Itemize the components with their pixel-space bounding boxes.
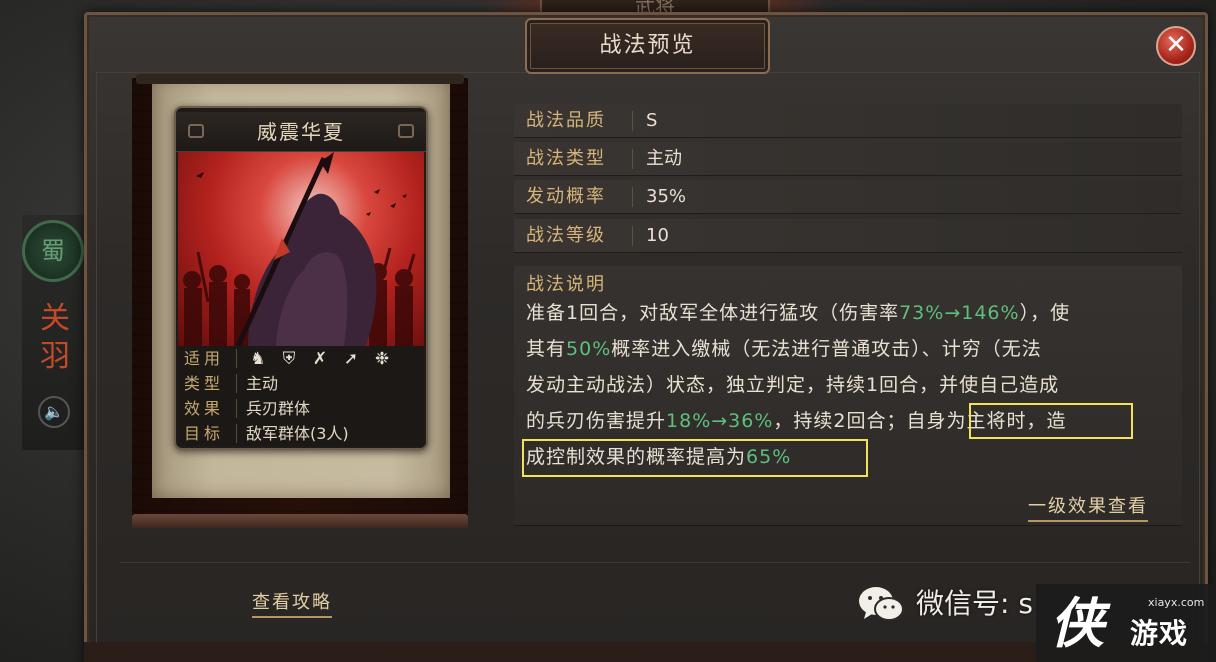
attr-key: 战法类型 [526, 148, 606, 169]
divider [632, 111, 633, 131]
highlight-box [522, 439, 868, 477]
general-name: 关羽 [40, 301, 70, 374]
level-one-effect-link[interactable]: 一级效果查看 [1028, 494, 1148, 522]
divider [632, 149, 633, 169]
description-line: 其有50%概率进入缴械（无法进行普通攻击）、计穷（无法 [526, 338, 1042, 360]
info-value: 兵刃群体 [246, 399, 311, 418]
site-logo-name: 游戏 [1130, 617, 1189, 650]
attr-value: 10 [646, 225, 669, 246]
site-url: xiayx.com [1148, 596, 1205, 609]
info-value: 主动 [246, 374, 279, 393]
attr-row-probability: 发动概率 35% [514, 180, 1182, 214]
attr-value: S [646, 110, 658, 131]
site-logo-char: 侠 [1050, 591, 1104, 655]
divider [236, 424, 237, 443]
info-key: 效果 [184, 399, 225, 418]
wechat-id-watermark: 微信号: s [916, 587, 1033, 620]
close-icon[interactable]: ✕ [1156, 26, 1196, 66]
info-key: 适用 [184, 349, 225, 368]
footer-divider [120, 562, 1190, 563]
attr-row-level: 战法等级 10 [514, 219, 1182, 253]
divider [236, 399, 237, 418]
info-row-applicable: 适用 ♞ ⛨ ✗ ➚ ❉ [184, 346, 424, 371]
skill-artwork [178, 152, 424, 346]
highlight-box [969, 403, 1133, 439]
description-line: 发动主动战法）状态，独立判定，持续1回合，并使自己造成 [526, 374, 1060, 396]
divider [236, 349, 237, 368]
attr-row-type: 战法类型 主动 [514, 142, 1182, 176]
attr-value: 主动 [646, 148, 682, 169]
info-row-effect: 效果 兵刃群体 [184, 396, 424, 421]
description-heading: 战法说明 [526, 274, 606, 295]
info-row-type: 类型 主动 [184, 371, 424, 396]
info-key: 目标 [184, 424, 225, 443]
spear-icon: ➚ [343, 349, 359, 369]
speaker-icon[interactable]: 🔈 [38, 396, 70, 428]
dialog-title: 战法预览 [599, 33, 696, 58]
skill-name: 威震华夏 [257, 120, 345, 144]
divider [632, 226, 633, 246]
attr-key: 战法等级 [526, 225, 606, 246]
dialog-title-plate: 战法预览 [525, 18, 770, 74]
attr-value: 35% [646, 186, 687, 207]
scroll-rod-bottom [132, 514, 468, 528]
cavalry-icon: ♞ [250, 349, 266, 369]
attr-key: 战法品质 [526, 110, 606, 131]
info-value: 敌军群体(3人) [246, 424, 349, 443]
info-key: 类型 [184, 374, 225, 393]
troop-type-icons: ♞ ⛨ ✗ ➚ ❉ [246, 346, 401, 372]
attr-key: 发动概率 [526, 186, 606, 207]
description-line: 准备1回合，对敌军全体进行猛攻（伤害率73%→146%），使 [526, 302, 1071, 324]
wechat-icon [859, 587, 904, 621]
shield-icon: ⛨ [282, 349, 296, 369]
warrior-silhouette-image [183, 152, 416, 346]
scroll-rod-top [136, 74, 464, 84]
wheel-icon: ❉ [374, 349, 390, 369]
bow-icon: ✗ [312, 349, 328, 369]
nation-emblem: 蜀 [22, 220, 84, 282]
view-guide-link[interactable]: 查看攻略 [252, 590, 332, 618]
divider [632, 187, 633, 207]
divider [236, 374, 237, 393]
attr-row-quality: 战法品质 S [514, 104, 1182, 138]
info-row-target: 目标 敌军群体(3人) [184, 421, 424, 446]
